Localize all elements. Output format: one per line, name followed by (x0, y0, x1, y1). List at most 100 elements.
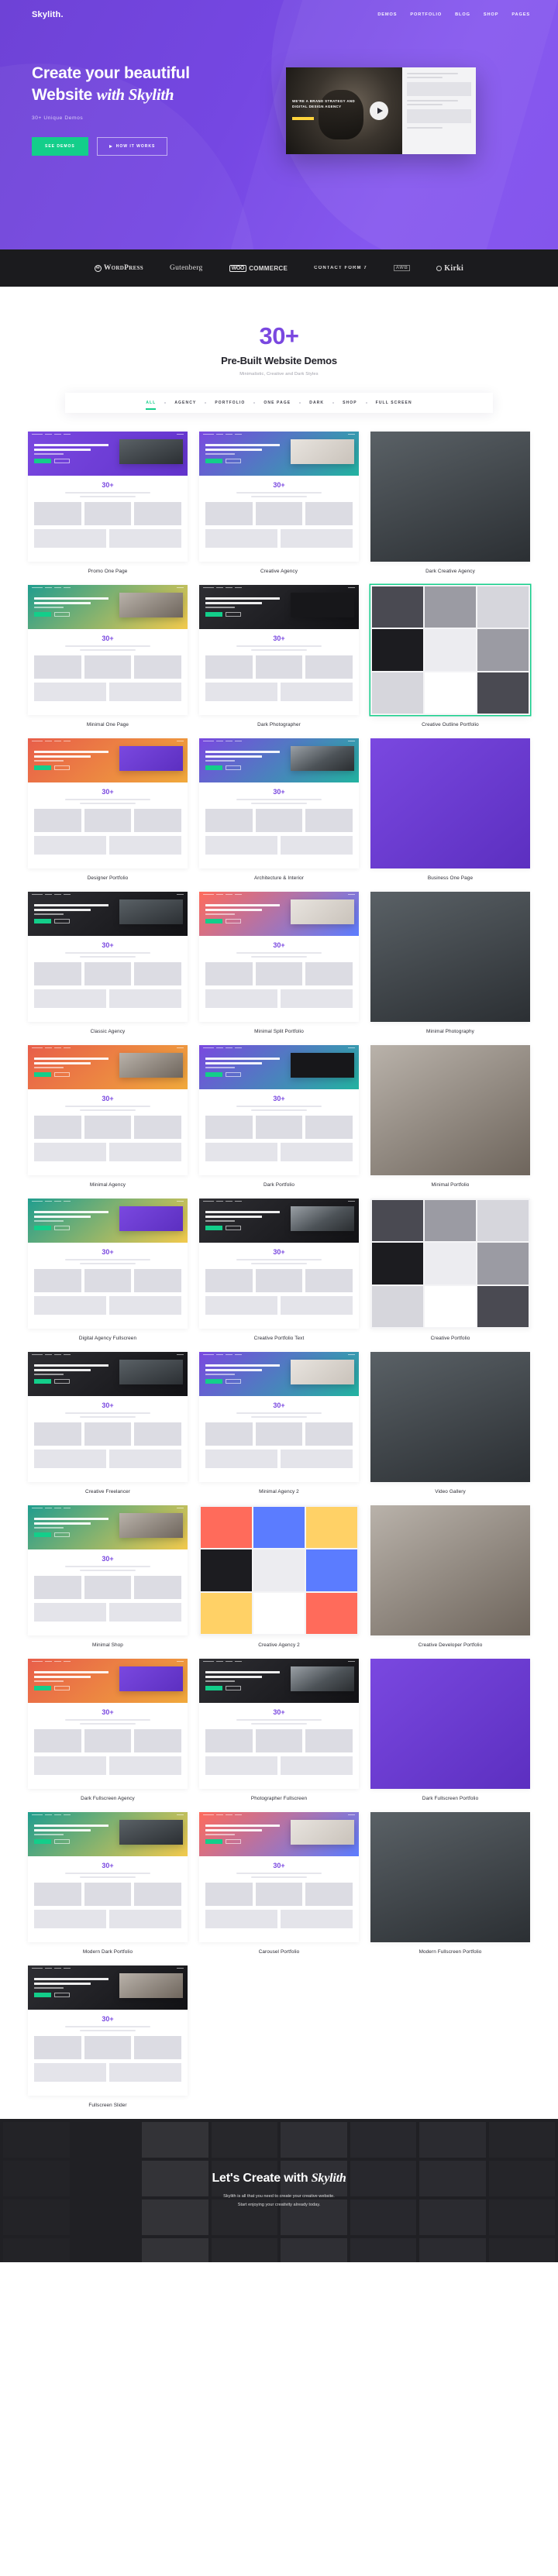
demo-card[interactable]: 30+ Minimal Agency (28, 1045, 188, 1188)
hero-video-preview[interactable]: WE'RE A BRAND STRATEGY AND DIGITAL DESIG… (286, 67, 476, 154)
demo-thumbnail[interactable]: 30+ (28, 1045, 188, 1175)
demo-thumbnail[interactable] (370, 585, 530, 715)
thumb-navbar (199, 1045, 359, 1051)
see-demos-button[interactable]: SEE DEMOS (32, 136, 88, 156)
demo-thumbnail[interactable] (370, 1659, 530, 1789)
demo-thumbnail[interactable]: 30+ (199, 892, 359, 1022)
demo-thumbnail[interactable]: 30+ (28, 892, 188, 1022)
demo-card[interactable]: 30+ Minimal Split Portfolio (199, 892, 359, 1034)
thumb-headline (34, 903, 120, 917)
thumb-buttons (205, 459, 241, 464)
filter-one-page[interactable]: ONE PAGE (255, 396, 299, 411)
thumb-buttons (205, 919, 241, 924)
demo-thumbnail[interactable] (370, 1199, 530, 1329)
demo-card[interactable]: 30+ Creative Agency (199, 432, 359, 574)
demo-card[interactable]: Creative Developer Portfolio (370, 1505, 530, 1648)
demo-card[interactable]: 30+ Promo One Page (28, 432, 188, 574)
thumb-photo (370, 1352, 530, 1482)
demo-thumbnail[interactable]: 30+ (28, 1505, 188, 1635)
demo-card[interactable]: Dark Creative Agency (370, 432, 530, 574)
demo-thumbnail[interactable] (370, 892, 530, 1022)
filter-full-screen[interactable]: FULL SCREEN (367, 396, 421, 411)
demo-card[interactable]: Minimal Portfolio (370, 1045, 530, 1188)
nav-item-demos[interactable]: DEMOS (377, 12, 397, 17)
demo-card[interactable]: Business One Page (370, 738, 530, 881)
thumb-row (205, 655, 353, 679)
demo-card[interactable]: Video Gallery (370, 1352, 530, 1494)
nav-item-pages[interactable]: PAGES (512, 12, 530, 17)
demo-thumbnail[interactable] (370, 1045, 530, 1175)
demo-thumbnail[interactable] (370, 432, 530, 562)
demo-thumbnail[interactable]: 30+ (28, 585, 188, 715)
demo-card[interactable]: 30+ Dark Portfolio (199, 1045, 359, 1188)
thumb-stat: 30+ (102, 481, 114, 490)
nav-item-blog[interactable]: BLOG (455, 12, 470, 17)
demo-card[interactable]: 30+ Creative Portfolio Text (199, 1199, 359, 1341)
thumb-hero (28, 1659, 188, 1704)
demo-card[interactable]: 30+ Minimal One Page (28, 585, 188, 727)
nav-item-portfolio[interactable]: PORTFOLIO (410, 12, 442, 17)
filter-shop[interactable]: SHOP (334, 396, 366, 411)
demo-thumbnail[interactable]: 30+ (28, 1659, 188, 1789)
demo-card[interactable]: Dark Fullscreen Portfolio (370, 1659, 530, 1801)
filter-dark[interactable]: DARK (301, 396, 332, 411)
demo-card[interactable]: 30+ Carousel Portfolio (199, 1812, 359, 1955)
demo-thumbnail[interactable]: 30+ (199, 1659, 359, 1789)
demo-card[interactable]: 30+ Classic Agency (28, 892, 188, 1034)
demo-card[interactable]: 30+ Modern Dark Portfolio (28, 1812, 188, 1955)
demo-card[interactable]: 30+ Photographer Fullscreen (199, 1659, 359, 1801)
demo-card[interactable]: Minimal Photography (370, 892, 530, 1034)
thumb-row (34, 1143, 181, 1162)
demo-card[interactable]: 30+ Dark Photographer (199, 585, 359, 727)
demo-thumbnail[interactable] (370, 1505, 530, 1635)
thumb-buttons (34, 1379, 70, 1384)
demo-card[interactable]: 30+ Designer Portfolio (28, 738, 188, 881)
demo-thumbnail[interactable]: 30+ (28, 1966, 188, 2096)
demo-thumbnail[interactable]: 30+ (28, 738, 188, 868)
demo-thumbnail[interactable]: 30+ (28, 1352, 188, 1482)
demo-card[interactable]: 30+ Architecture & Interior (199, 738, 359, 881)
demo-card-label: Video Gallery (435, 1489, 466, 1494)
demo-thumbnail[interactable]: 30+ (199, 1352, 359, 1482)
demo-thumbnail[interactable]: 30+ (28, 1199, 188, 1329)
demo-thumbnail[interactable]: 30+ (199, 1045, 359, 1175)
thumb-row (205, 1450, 353, 1469)
hero-subtitle: 30+ Unique Demos (32, 115, 84, 121)
thumb-body: 30+ (199, 1396, 359, 1482)
demo-card[interactable]: 30+ Minimal Agency 2 (199, 1352, 359, 1494)
thumb-body: 30+ (199, 1089, 359, 1175)
how-it-works-button[interactable]: HOW IT WORKS (96, 136, 168, 156)
demo-thumbnail[interactable] (199, 1505, 359, 1635)
demo-card[interactable]: Modern Fullscreen Portfolio (370, 1812, 530, 1955)
demo-card[interactable]: Creative Portfolio (370, 1199, 530, 1341)
site-logo[interactable]: Skylith. (32, 10, 64, 19)
hero-video-sidebar (402, 67, 476, 154)
filter-agency[interactable]: AGENCY (166, 396, 205, 411)
nav-item-shop[interactable]: SHOP (484, 12, 498, 17)
demos-section: 30+ Pre-Built Website Demos Minimalistic… (0, 287, 558, 2119)
demo-card[interactable]: 30+ Fullscreen Slider (28, 1966, 188, 2108)
hero-video-play-button[interactable] (370, 101, 388, 120)
demo-card-label: Designer Portfolio (87, 875, 129, 881)
demo-thumbnail[interactable] (370, 1812, 530, 1942)
demo-thumbnail[interactable]: 30+ (28, 432, 188, 562)
demo-thumbnail[interactable]: 30+ (199, 585, 359, 715)
demo-card[interactable]: 30+ Dark Fullscreen Agency (28, 1659, 188, 1801)
demo-thumbnail[interactable]: 30+ (199, 1812, 359, 1942)
filter-portfolio[interactable]: PORTFOLIO (206, 396, 253, 411)
thumb-body: 30+ (28, 2010, 188, 2096)
demo-thumbnail[interactable] (370, 738, 530, 868)
demo-card[interactable]: 30+ Minimal Shop (28, 1505, 188, 1648)
demo-thumbnail[interactable]: 30+ (28, 1812, 188, 1942)
demo-thumbnail[interactable]: 30+ (199, 1199, 359, 1329)
demo-thumbnail[interactable] (370, 1352, 530, 1482)
demo-card[interactable]: 30+ Creative Freelancer (28, 1352, 188, 1494)
demo-card[interactable]: Creative Agency 2 (199, 1505, 359, 1648)
filter-all[interactable]: ALL (137, 396, 164, 411)
demo-card[interactable]: 30+ Digital Agency Fullscreen (28, 1199, 188, 1341)
demo-thumbnail[interactable]: 30+ (199, 738, 359, 868)
demo-thumbnail[interactable]: 30+ (199, 432, 359, 562)
thumb-body: 30+ (28, 1549, 188, 1635)
thumb-row (34, 502, 182, 526)
demo-card[interactable]: Creative Outline Portfolio (370, 585, 530, 727)
